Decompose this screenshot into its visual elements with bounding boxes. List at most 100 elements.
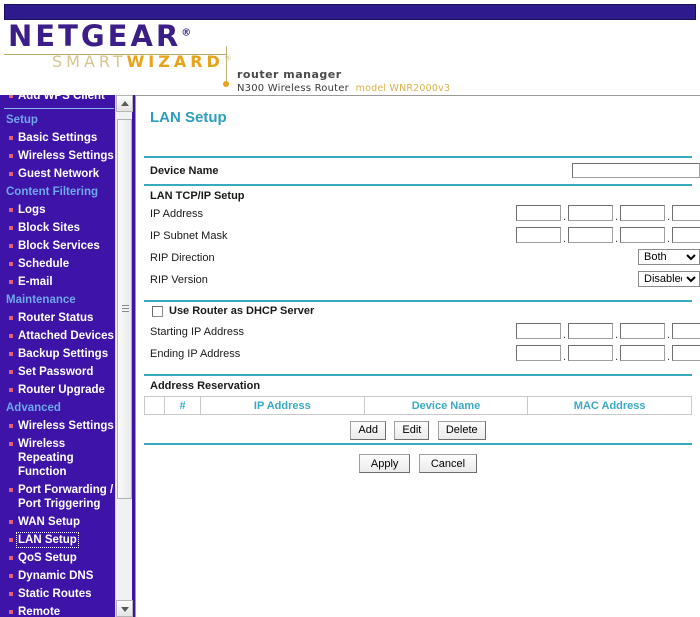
sidebar-item-port-forwarding-port-triggering[interactable]: Port Forwarding / Port Triggering <box>0 481 118 513</box>
ending-ip-octet-4[interactable] <box>672 345 700 361</box>
rip-version-label: RIP Version <box>150 274 208 286</box>
bullet-icon <box>9 388 13 392</box>
sidebar-item-wan-setup[interactable]: WAN Setup <box>0 513 118 531</box>
sidebar-item-label: LAN Setup <box>16 532 79 548</box>
sidebar-item-block-sites[interactable]: Block Sites <box>0 219 118 237</box>
sidebar-item-label: Remote Management <box>18 606 61 617</box>
ending-ip-octet-1[interactable] <box>516 345 561 361</box>
sidebar-item-basic-settings[interactable]: Basic Settings <box>0 129 118 147</box>
ending-ip-octet-2[interactable] <box>568 345 613 361</box>
sidebar-item-lan-setup[interactable]: LAN Setup <box>0 531 118 549</box>
rip-direction-row: RIP Direction BothIn OnlyOut OnlyNone <box>144 248 700 270</box>
sidebar-item-e-mail[interactable]: E-mail <box>0 273 118 291</box>
rip-version-select[interactable]: DisabledRIP-1RIP-2BRIP-2M <box>638 271 700 287</box>
ending-ip-label: Ending IP Address <box>150 348 241 360</box>
bullet-icon <box>9 316 13 320</box>
ip-address-octet-3[interactable] <box>620 205 665 221</box>
sidebar-scrollbar[interactable] <box>115 95 133 617</box>
sidebar-item-backup-settings[interactable]: Backup Settings <box>0 345 118 363</box>
bullet-icon <box>9 556 13 560</box>
bullet-icon <box>9 154 13 158</box>
sidebar-item-label: Block Sites <box>18 222 80 234</box>
ip-address-octets: . . . <box>516 205 700 223</box>
starting-ip-octet-3[interactable] <box>620 323 665 339</box>
octet-separator: . <box>563 211 567 223</box>
sidebar-item-label: Dynamic DNS <box>18 570 94 582</box>
starting-ip-octet-4[interactable] <box>672 323 700 339</box>
sidebar-item-qos-setup[interactable]: QoS Setup <box>0 549 118 567</box>
subnet-mask-octet-3[interactable] <box>620 227 665 243</box>
subnet-mask-octet-1[interactable] <box>516 227 561 243</box>
use-router-as-dhcp-server-label: Use Router as DHCP Server <box>169 305 315 317</box>
sidebar-item-label: Wireless Settings <box>18 150 114 162</box>
sidebar-item-attached-devices[interactable]: Attached Devices <box>0 327 118 345</box>
apply-button[interactable]: Apply <box>358 454 411 473</box>
edit-button[interactable]: Edit <box>394 420 430 440</box>
sidebar-item-dynamic-dns[interactable]: Dynamic DNS <box>0 567 118 585</box>
starting-ip-octet-1[interactable] <box>516 323 561 339</box>
cancel-button[interactable]: Cancel <box>418 454 478 473</box>
address-reservation-buttons: Add Edit Delete <box>144 415 692 443</box>
octet-separator: . <box>615 351 619 363</box>
bullet-icon <box>9 352 13 356</box>
sidebar-item-wireless-repeating-function[interactable]: Wireless Repeating Function <box>0 435 118 481</box>
smart-wizard-logo: SMARTWIZARD® <box>52 54 232 70</box>
octet-separator: . <box>667 211 671 223</box>
ending-ip-octet-3[interactable] <box>620 345 665 361</box>
sidebar-item-block-services[interactable]: Block Services <box>0 237 118 255</box>
starting-ip-octet-2[interactable] <box>568 323 613 339</box>
sidebar-item-label: Port Forwarding / Port Triggering <box>18 484 114 510</box>
netgear-registered-mark: ® <box>181 27 192 39</box>
table-header-row: # IP Address Device Name MAC Address <box>144 396 692 415</box>
ip-address-octet-4[interactable] <box>672 205 700 221</box>
sidebar-item-wireless-settings[interactable]: Wireless Settings <box>0 417 118 435</box>
bullet-icon <box>9 370 13 374</box>
sidebar-item-label: Block Services <box>18 240 100 252</box>
smart-wizard-smart-text: SMART <box>52 52 127 71</box>
bullet-icon <box>9 172 13 176</box>
scrollbar-thumb[interactable] <box>117 119 132 499</box>
sidebar-item-router-upgrade[interactable]: Router Upgrade <box>0 381 118 399</box>
sidebar-item-label: Router Status <box>18 312 94 324</box>
brand-connector-dot-icon <box>223 81 229 87</box>
ip-address-octet-1[interactable] <box>516 205 561 221</box>
sidebar-item-static-routes[interactable]: Static Routes <box>0 585 118 603</box>
rip-direction-select[interactable]: BothIn OnlyOut OnlyNone <box>638 249 700 265</box>
sidebar-section-advanced: Advanced <box>6 402 61 414</box>
device-name-label: Device Name <box>150 165 219 177</box>
sidebar-nav-list: Add WPS Client Setup Basic Settings Wireles… <box>0 95 118 617</box>
sidebar-item-wireless-settings[interactable]: Wireless Settings <box>0 147 118 165</box>
device-name-input[interactable] <box>572 163 700 178</box>
sidebar-item-logs[interactable]: Logs <box>0 201 118 219</box>
octet-separator: . <box>563 233 567 245</box>
sidebar-item-guest-network[interactable]: Guest Network <box>0 165 118 183</box>
delete-button[interactable]: Delete <box>437 420 486 440</box>
sidebar-item-label: Wireless Settings <box>18 420 114 432</box>
bullet-icon <box>9 208 13 212</box>
octet-separator: . <box>615 329 619 341</box>
subnet-mask-octet-2[interactable] <box>568 227 613 243</box>
sidebar-item-set-password[interactable]: Set Password <box>0 363 118 381</box>
sidebar-item-router-status[interactable]: Router Status <box>0 309 118 327</box>
subnet-mask-octet-4[interactable] <box>672 227 700 243</box>
sidebar-item-remote-management[interactable]: Remote Management <box>0 603 118 617</box>
address-reservation-table: # IP Address Device Name MAC Address <box>144 396 692 415</box>
table-column-header: # <box>164 396 201 415</box>
bullet-icon <box>9 424 13 428</box>
octet-separator: . <box>563 351 567 363</box>
bullet-icon <box>9 574 13 578</box>
bullet-icon <box>9 280 13 284</box>
sidebar-item-label: Attached Devices <box>18 330 114 342</box>
sidebar-item-add-wps-client[interactable]: Add WPS Client <box>0 95 118 105</box>
sidebar-item-schedule[interactable]: Schedule <box>0 255 118 273</box>
sidebar-item-label: Guest Network <box>18 168 100 180</box>
add-button[interactable]: Add <box>350 420 386 440</box>
ip-address-octet-2[interactable] <box>568 205 613 221</box>
sidebar-item-label: Static Routes <box>18 588 92 600</box>
sidebar-item-label: Add WPS Client <box>18 95 105 102</box>
use-router-as-dhcp-server-checkbox[interactable] <box>152 306 163 317</box>
sidebar-item-label: QoS Setup <box>18 552 77 564</box>
netgear-logo: NETGEAR® <box>8 22 191 51</box>
scroll-down-button[interactable] <box>116 600 133 617</box>
scroll-up-button[interactable] <box>116 95 133 112</box>
